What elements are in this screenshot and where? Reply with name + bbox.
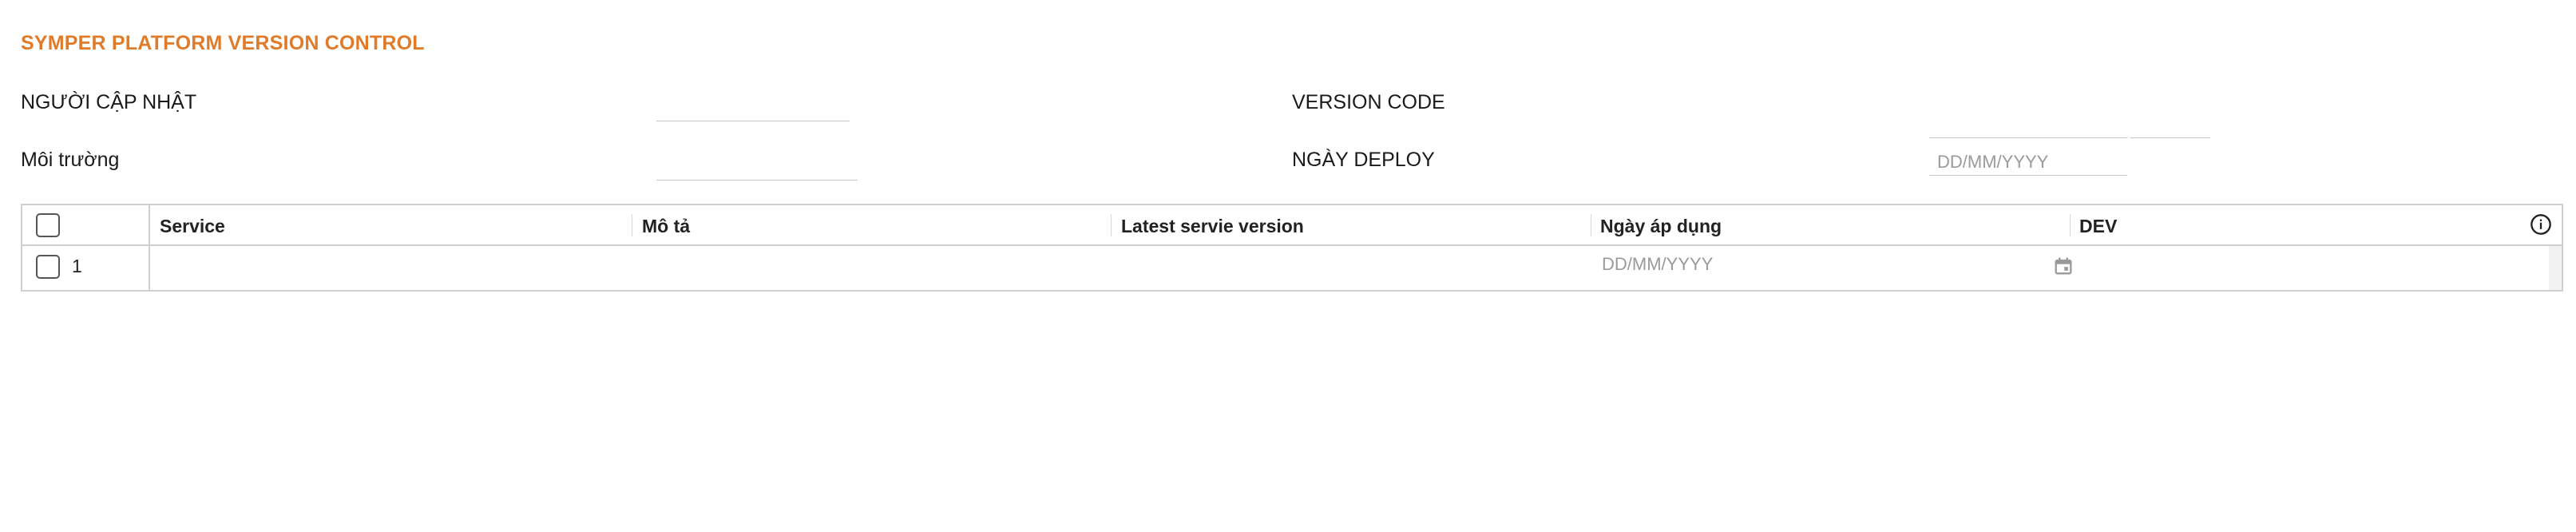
column-divider xyxy=(149,205,150,244)
version-control-page: SYMPER PLATFORM VERSION CONTROL NGƯỜI CẬ… xyxy=(0,0,2576,532)
table-header: Service Mô tả Latest servie version Ngày… xyxy=(22,205,2562,246)
header-apply-date[interactable]: Ngày áp dụng xyxy=(1600,216,1722,237)
header-latest-version[interactable]: Latest servie version xyxy=(1121,216,1304,237)
header-description[interactable]: Mô tả xyxy=(642,216,690,237)
deploy-date-label: NGÀY DEPLOY xyxy=(1292,149,1435,171)
cell-description[interactable] xyxy=(632,246,1112,290)
row-index: 1 xyxy=(72,256,82,276)
table-row[interactable]: 1 DD/MM/YYYY xyxy=(22,246,2562,290)
header-service[interactable]: Service xyxy=(160,216,225,237)
header-dev[interactable]: DEV xyxy=(2079,216,2117,237)
page-title: SYMPER PLATFORM VERSION CONTROL xyxy=(21,32,425,54)
updater-label: NGƯỜI CẬP NHẬT xyxy=(21,91,197,113)
cell-apply-date[interactable]: DD/MM/YYYY xyxy=(1602,254,1713,275)
environment-label: Môi trường xyxy=(21,149,120,171)
version-code-label: VERSION CODE xyxy=(1292,91,1445,113)
cell-dev[interactable] xyxy=(2071,246,2534,290)
column-divider[interactable] xyxy=(1111,214,1112,236)
cell-service[interactable] xyxy=(150,246,632,290)
updater-input[interactable] xyxy=(656,94,850,121)
version-table: Service Mô tả Latest servie version Ngày… xyxy=(21,204,2563,292)
version-code-suffix-input[interactable] xyxy=(2130,111,2210,138)
version-code-input[interactable] xyxy=(1929,111,2127,138)
row-checkbox[interactable] xyxy=(36,255,60,279)
deploy-date-input[interactable] xyxy=(1929,149,2127,176)
column-divider[interactable] xyxy=(2070,214,2071,236)
select-all-checkbox[interactable] xyxy=(36,213,60,237)
environment-input[interactable] xyxy=(656,153,858,181)
table-scrollbar[interactable] xyxy=(2549,246,2562,290)
cell-latest-version[interactable] xyxy=(1112,246,1591,290)
info-icon[interactable] xyxy=(2530,213,2552,236)
